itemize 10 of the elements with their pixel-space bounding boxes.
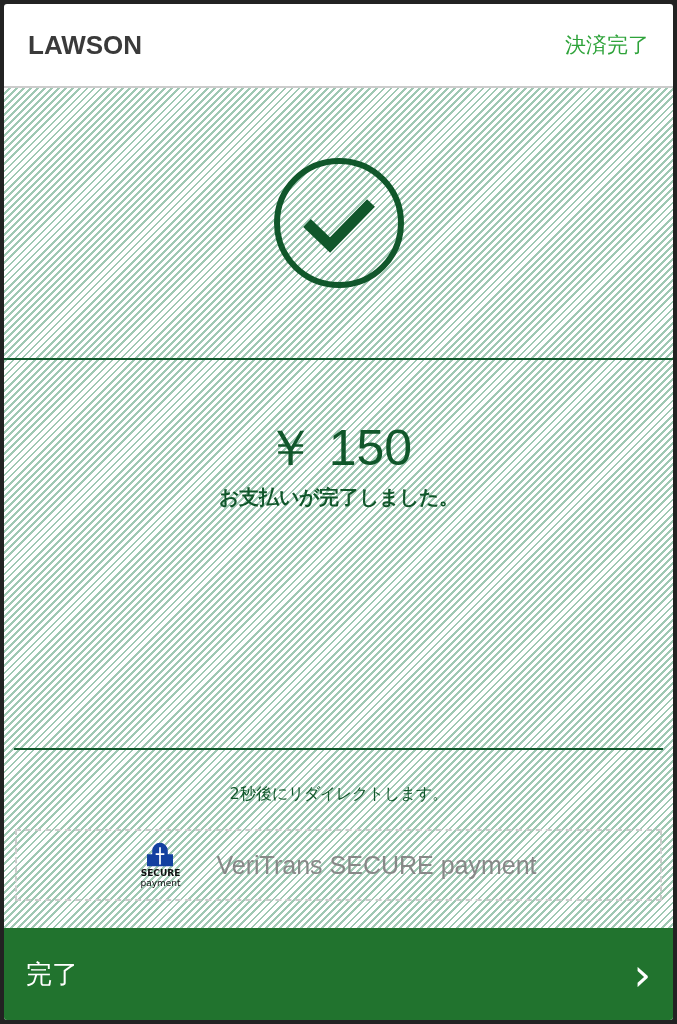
redirect-note: 2秒後にリダイレクトします。 bbox=[229, 784, 448, 805]
amount-text: ￥ 150 bbox=[264, 419, 413, 478]
check-circle-icon bbox=[272, 157, 405, 289]
lock-icon bbox=[145, 842, 176, 868]
done-button[interactable]: 完了 › bbox=[4, 928, 673, 1020]
logo-text: SECURE bbox=[140, 868, 181, 878]
message-text: お支払いが完了しました。 bbox=[218, 484, 459, 511]
brand-title: LAWSON bbox=[28, 29, 143, 61]
logo-text: payment bbox=[140, 878, 181, 888]
status-label: 決済完了 bbox=[565, 32, 649, 59]
